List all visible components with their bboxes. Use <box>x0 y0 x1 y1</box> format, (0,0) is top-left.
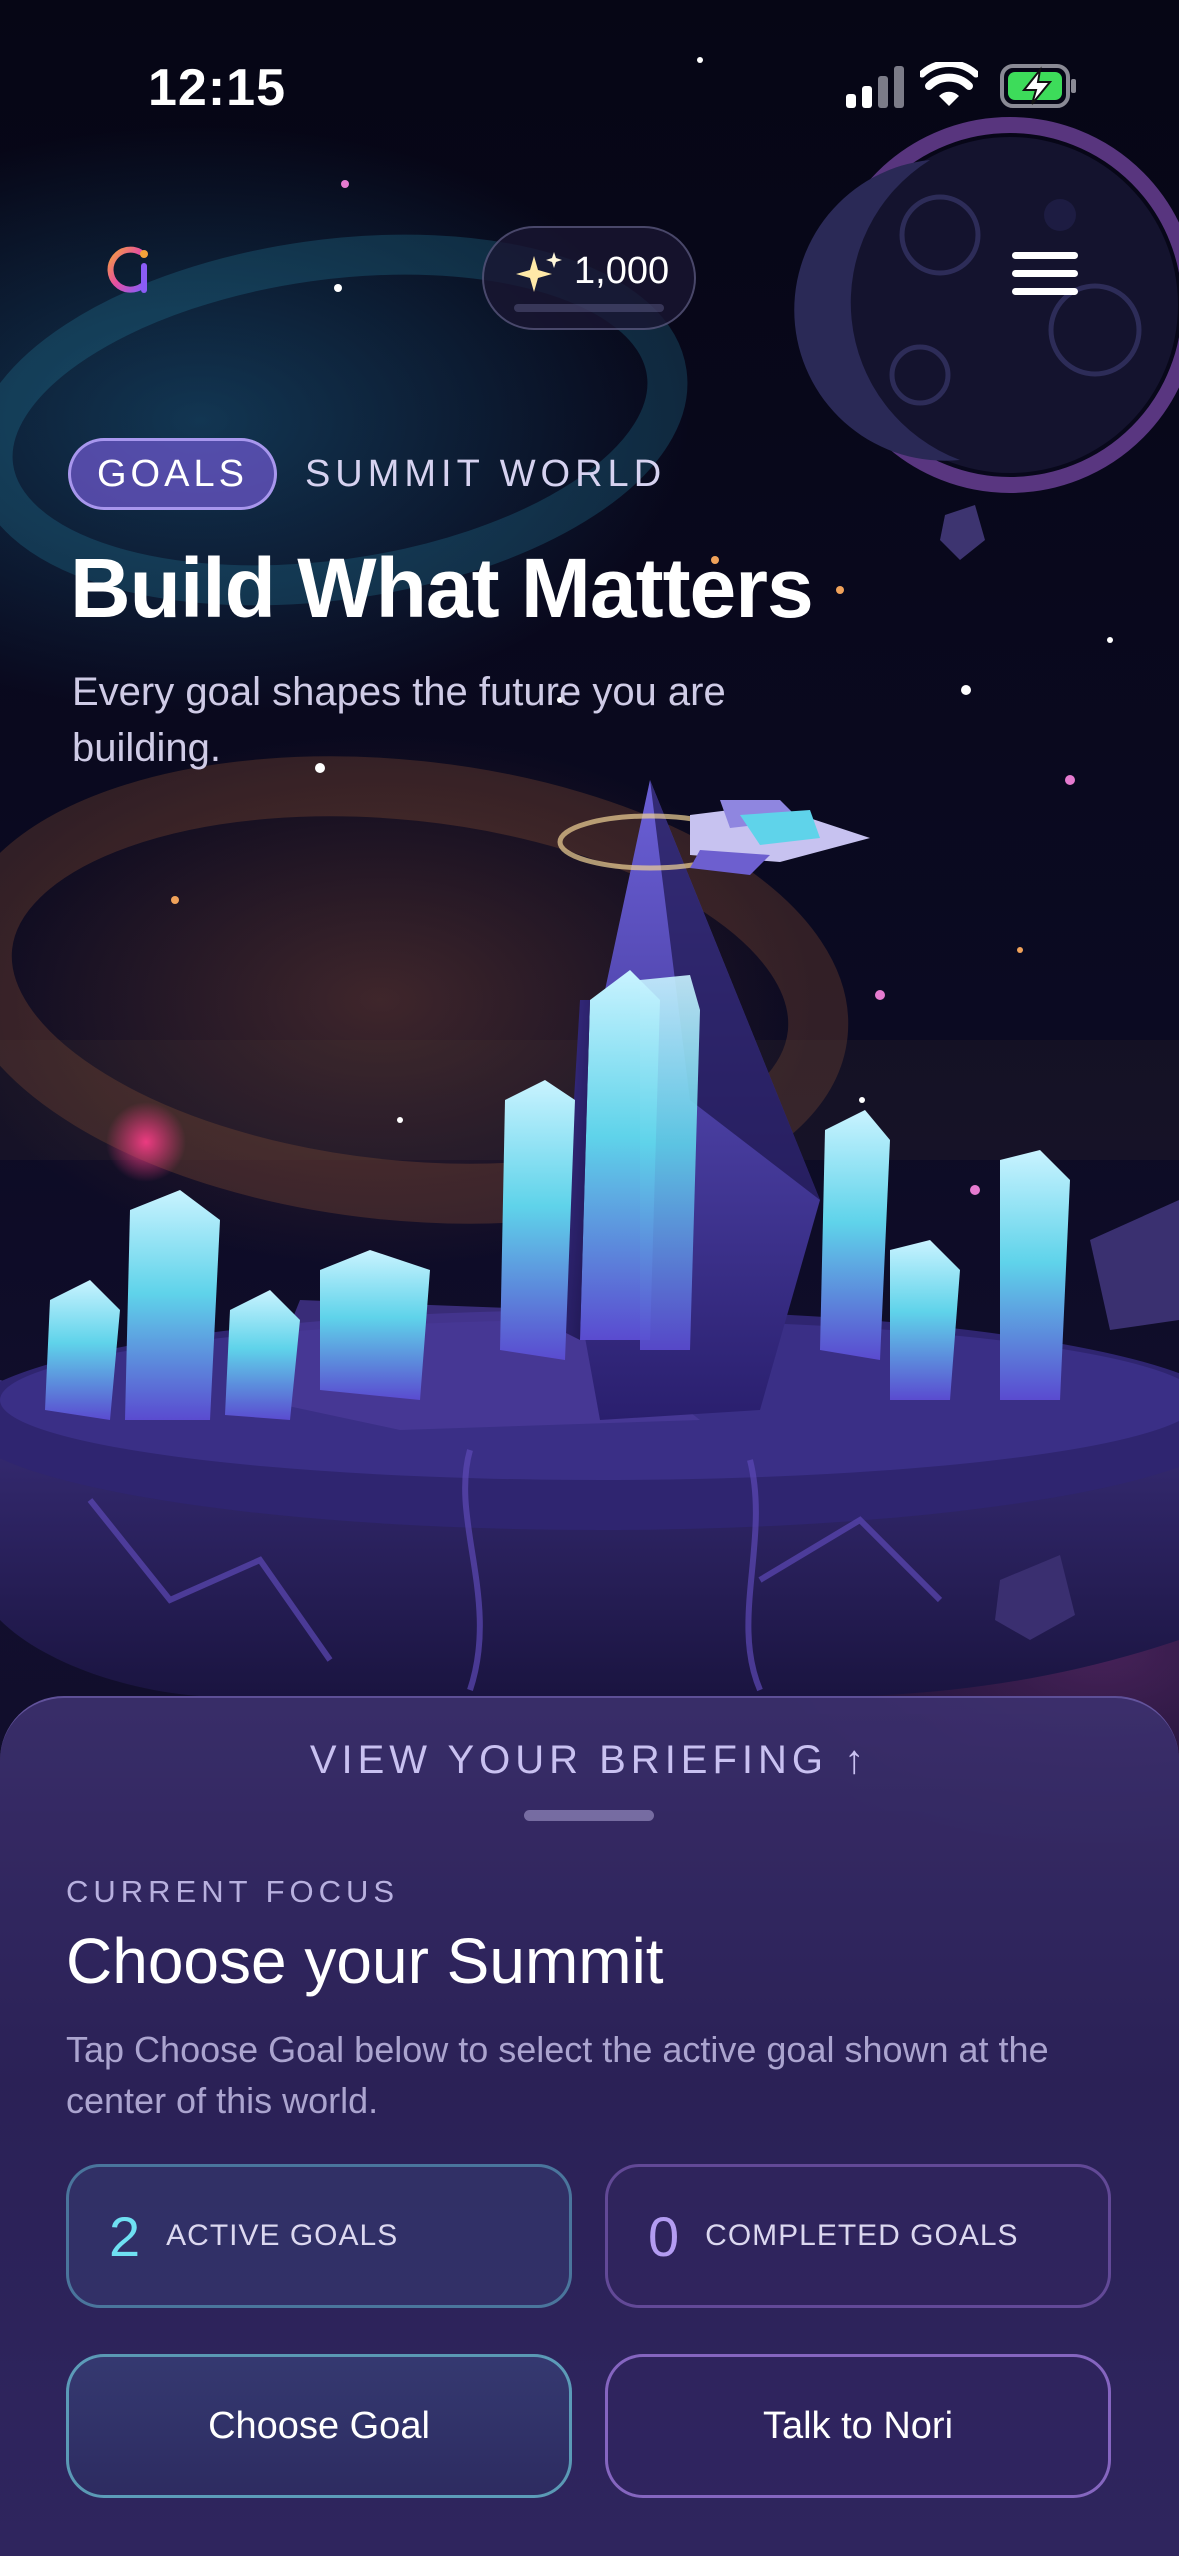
world-tags: GOALS SUMMIT WORLD <box>68 434 666 514</box>
briefing-sheet: VIEW YOUR BRIEFING ↑ CURRENT FOCUS Choos… <box>0 1696 1179 2556</box>
status-time: 12:15 <box>148 59 286 117</box>
sparkle-icon <box>516 252 562 292</box>
points-value: 1,000 <box>574 250 670 292</box>
active-goals-label: ACTIVE GOALS <box>166 2219 399 2252</box>
cellular-signal-icon <box>846 66 904 108</box>
view-briefing-button[interactable]: VIEW YOUR BRIEFING ↑ <box>0 1738 1179 1783</box>
choose-goal-button[interactable]: Choose Goal <box>66 2354 572 2498</box>
hero-title: Build What Matters <box>70 541 814 635</box>
app-logo-icon[interactable] <box>100 240 160 300</box>
goals-tag[interactable]: GOALS <box>68 438 277 510</box>
points-progress-track <box>514 304 664 312</box>
current-focus-label: CURRENT FOCUS <box>66 1874 400 1909</box>
wifi-icon <box>920 62 978 106</box>
focus-title: Choose your Summit <box>66 1925 664 1997</box>
summit-world-screen: 12:15 1,000 GOALS SUMMIT WORLD Build Wha… <box>0 0 1179 2556</box>
completed-goals-count: 0 <box>648 2204 680 2268</box>
sheet-drag-handle[interactable] <box>524 1810 654 1821</box>
active-goals-count: 2 <box>109 2204 141 2268</box>
hero-subtitle: Every goal shapes the future you are bui… <box>72 670 726 770</box>
battery-charging-icon <box>1000 64 1076 108</box>
completed-goals-label: COMPLETED GOALS <box>705 2219 1019 2252</box>
hamburger-menu-icon[interactable] <box>1012 252 1078 304</box>
talk-to-nori-button[interactable]: Talk to Nori <box>605 2354 1111 2498</box>
focus-description: Tap Choose Goal below to select the acti… <box>66 2029 1049 2121</box>
points-balance-pill[interactable]: 1,000 <box>482 226 696 330</box>
world-label: SUMMIT WORLD <box>304 452 667 495</box>
completed-goals-stat: 0 COMPLETED GOALS <box>605 2164 1111 2308</box>
active-goals-stat: 2 ACTIVE GOALS <box>66 2164 572 2308</box>
status-bar: 12:15 <box>0 0 1179 160</box>
